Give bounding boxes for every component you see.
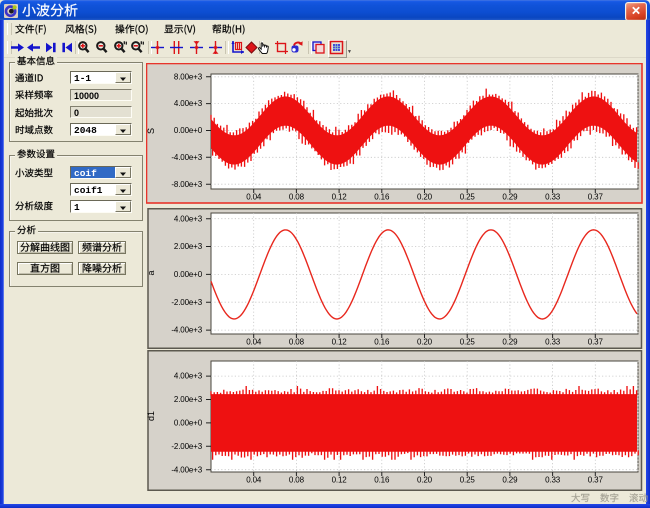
svg-text:4.00e+3: 4.00e+3 <box>174 99 203 108</box>
svg-text:0.33: 0.33 <box>545 338 561 347</box>
svg-text:d1: d1 <box>146 411 156 421</box>
svg-text:4.00e+3: 4.00e+3 <box>174 214 203 223</box>
svg-text:0.16: 0.16 <box>374 338 390 347</box>
svg-text:0.12: 0.12 <box>332 193 348 202</box>
svg-text:0.00e+0: 0.00e+0 <box>174 270 203 279</box>
svg-text:0.37: 0.37 <box>588 193 604 202</box>
svg-text:2.00e+3: 2.00e+3 <box>174 395 203 404</box>
svg-text:0.37: 0.37 <box>588 476 604 485</box>
svg-text:S: S <box>146 128 156 134</box>
svg-text:0.37: 0.37 <box>588 338 604 347</box>
svg-text:0.20: 0.20 <box>417 476 433 485</box>
svg-text:0.00e+0: 0.00e+0 <box>174 419 203 428</box>
svg-text:0.20: 0.20 <box>417 193 433 202</box>
svg-text:0.04: 0.04 <box>246 193 262 202</box>
svg-text:0.08: 0.08 <box>289 338 305 347</box>
svg-text:0.12: 0.12 <box>332 338 348 347</box>
svg-text:2.00e+3: 2.00e+3 <box>174 242 203 251</box>
svg-text:0.08: 0.08 <box>289 476 305 485</box>
svg-text:-2.00e+3: -2.00e+3 <box>171 442 202 451</box>
svg-text:-8.00e+3: -8.00e+3 <box>171 180 202 189</box>
svg-text:0.12: 0.12 <box>332 476 348 485</box>
svg-text:4.00e+3: 4.00e+3 <box>174 372 203 381</box>
svg-text:8.00e+3: 8.00e+3 <box>174 72 203 81</box>
svg-text:0.29: 0.29 <box>502 193 518 202</box>
svg-text:0.33: 0.33 <box>545 193 561 202</box>
svg-text:-4.00e+3: -4.00e+3 <box>171 153 202 162</box>
svg-text:0.16: 0.16 <box>374 476 390 485</box>
svg-text:-4.00e+3: -4.00e+3 <box>171 465 202 474</box>
svg-text:0.33: 0.33 <box>545 476 561 485</box>
svg-text:0.04: 0.04 <box>246 338 262 347</box>
svg-text:-2.00e+3: -2.00e+3 <box>171 298 202 307</box>
svg-text:0.08: 0.08 <box>289 193 305 202</box>
svg-text:0.29: 0.29 <box>502 338 518 347</box>
svg-text:-4.00e+3: -4.00e+3 <box>171 326 202 335</box>
svg-text:0.16: 0.16 <box>374 193 390 202</box>
svg-text:0.04: 0.04 <box>246 476 262 485</box>
svg-text:0.25: 0.25 <box>460 338 476 347</box>
svg-text:0.29: 0.29 <box>502 476 518 485</box>
svg-text:0.25: 0.25 <box>460 193 476 202</box>
svg-text:a: a <box>146 270 156 275</box>
svg-text:0.20: 0.20 <box>417 338 433 347</box>
svg-text:0.25: 0.25 <box>460 476 476 485</box>
svg-text:0.00e+0: 0.00e+0 <box>174 126 203 135</box>
